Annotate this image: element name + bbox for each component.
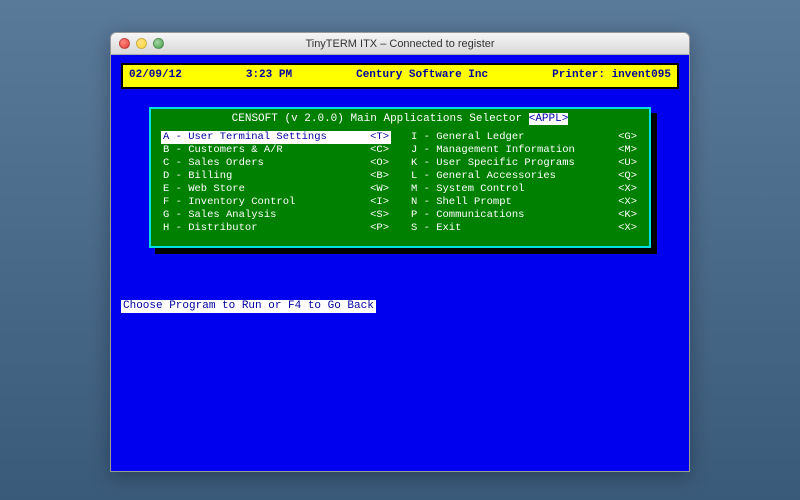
menu-item-e[interactable]: E - Web Store <W>	[161, 183, 391, 196]
menu-item-shortcut: <U>	[618, 157, 637, 170]
menu-item-f[interactable]: F - Inventory Control <I>	[161, 196, 391, 209]
menu-item-label: I - General Ledger	[411, 131, 524, 144]
menu-item-n[interactable]: N - Shell Prompt <X>	[409, 196, 639, 209]
minimize-icon[interactable]	[136, 38, 147, 49]
menu-item-i[interactable]: I - General Ledger <G>	[409, 131, 639, 144]
menu-item-shortcut: <X>	[618, 222, 637, 235]
menu-item-k[interactable]: K - User Specific Programs <U>	[409, 157, 639, 170]
menu-item-label: S - Exit	[411, 222, 461, 235]
info-printer: Printer: invent095	[552, 69, 671, 83]
menu-item-label: C - Sales Orders	[163, 157, 264, 170]
menu-item-label: D - Billing	[163, 170, 232, 183]
menu-item-shortcut: <X>	[618, 196, 637, 209]
menu-item-l[interactable]: L - General Accessories <Q>	[409, 170, 639, 183]
menu-title-text: CENSOFT (v 2.0.0) Main Applications Sele…	[232, 113, 529, 125]
menu-item-shortcut: <S>	[370, 209, 389, 222]
menu-item-label: A - User Terminal Settings	[163, 131, 327, 144]
menu-item-label: M - System Control	[411, 183, 524, 196]
menu-item-j[interactable]: J - Management Information <M>	[409, 144, 639, 157]
info-date: 02/09/12	[129, 69, 182, 83]
menu-item-label: B - Customers & A/R	[163, 144, 283, 157]
menu-item-label: G - Sales Analysis	[163, 209, 276, 222]
menu-box: CENSOFT (v 2.0.0) Main Applications Sele…	[149, 107, 651, 248]
app-window: TinyTERM ITX – Connected to register 02/…	[110, 32, 690, 472]
menu-item-s[interactable]: S - Exit <X>	[409, 222, 639, 235]
menu-item-h[interactable]: H - Distributor <P>	[161, 222, 391, 235]
menu-item-label: K - User Specific Programs	[411, 157, 575, 170]
info-company: Century Software Inc	[356, 69, 488, 83]
menu-container: CENSOFT (v 2.0.0) Main Applications Sele…	[149, 107, 651, 248]
menu-item-a[interactable]: A - User Terminal Settings <T>	[161, 131, 391, 144]
menu-item-c[interactable]: C - Sales Orders <O>	[161, 157, 391, 170]
menu-column-right: I - General Ledger<G>J - Management Info…	[409, 131, 639, 236]
menu-item-label: P - Communications	[411, 209, 524, 222]
menu-item-shortcut: <I>	[370, 196, 389, 209]
close-icon[interactable]	[119, 38, 130, 49]
menu-item-p[interactable]: P - Communications <K>	[409, 209, 639, 222]
menu-item-shortcut: <C>	[370, 144, 389, 157]
menu-title: CENSOFT (v 2.0.0) Main Applications Sele…	[161, 113, 639, 127]
menu-item-shortcut: <X>	[618, 183, 637, 196]
menu-item-shortcut: <Q>	[618, 170, 637, 183]
menu-item-label: F - Inventory Control	[163, 196, 295, 209]
menu-item-b[interactable]: B - Customers & A/R <C>	[161, 144, 391, 157]
menu-item-shortcut: <K>	[618, 209, 637, 222]
menu-item-d[interactable]: D - Billing <B>	[161, 170, 391, 183]
menu-item-g[interactable]: G - Sales Analysis <S>	[161, 209, 391, 222]
menu-item-shortcut: <M>	[618, 144, 637, 157]
info-bar: 02/09/12 3:23 PM Century Software Inc Pr…	[121, 63, 679, 89]
menu-item-shortcut: <B>	[370, 170, 389, 183]
menu-item-shortcut: <P>	[370, 222, 389, 235]
menu-item-shortcut: <T>	[370, 131, 389, 144]
menu-item-label: N - Shell Prompt	[411, 196, 512, 209]
zoom-icon[interactable]	[153, 38, 164, 49]
menu-item-m[interactable]: M - System Control <X>	[409, 183, 639, 196]
menu-item-shortcut: <G>	[618, 131, 637, 144]
status-prompt: Choose Program to Run or F4 to Go Back	[121, 300, 376, 314]
menu-columns: A - User Terminal Settings<T>B - Custome…	[161, 131, 639, 236]
menu-item-label: E - Web Store	[163, 183, 245, 196]
info-time: 3:23 PM	[246, 69, 292, 83]
menu-column-left: A - User Terminal Settings<T>B - Custome…	[161, 131, 391, 236]
menu-item-shortcut: <O>	[370, 157, 389, 170]
window-title: TinyTERM ITX – Connected to register	[111, 38, 689, 50]
terminal-screen: 02/09/12 3:23 PM Century Software Inc Pr…	[111, 55, 689, 471]
menu-item-shortcut: <W>	[370, 183, 389, 196]
window-controls	[111, 38, 164, 49]
menu-title-tag: <APPL>	[529, 113, 569, 125]
menu-item-label: L - General Accessories	[411, 170, 556, 183]
titlebar: TinyTERM ITX – Connected to register	[111, 33, 689, 55]
menu-item-label: H - Distributor	[163, 222, 258, 235]
menu-item-label: J - Management Information	[411, 144, 575, 157]
